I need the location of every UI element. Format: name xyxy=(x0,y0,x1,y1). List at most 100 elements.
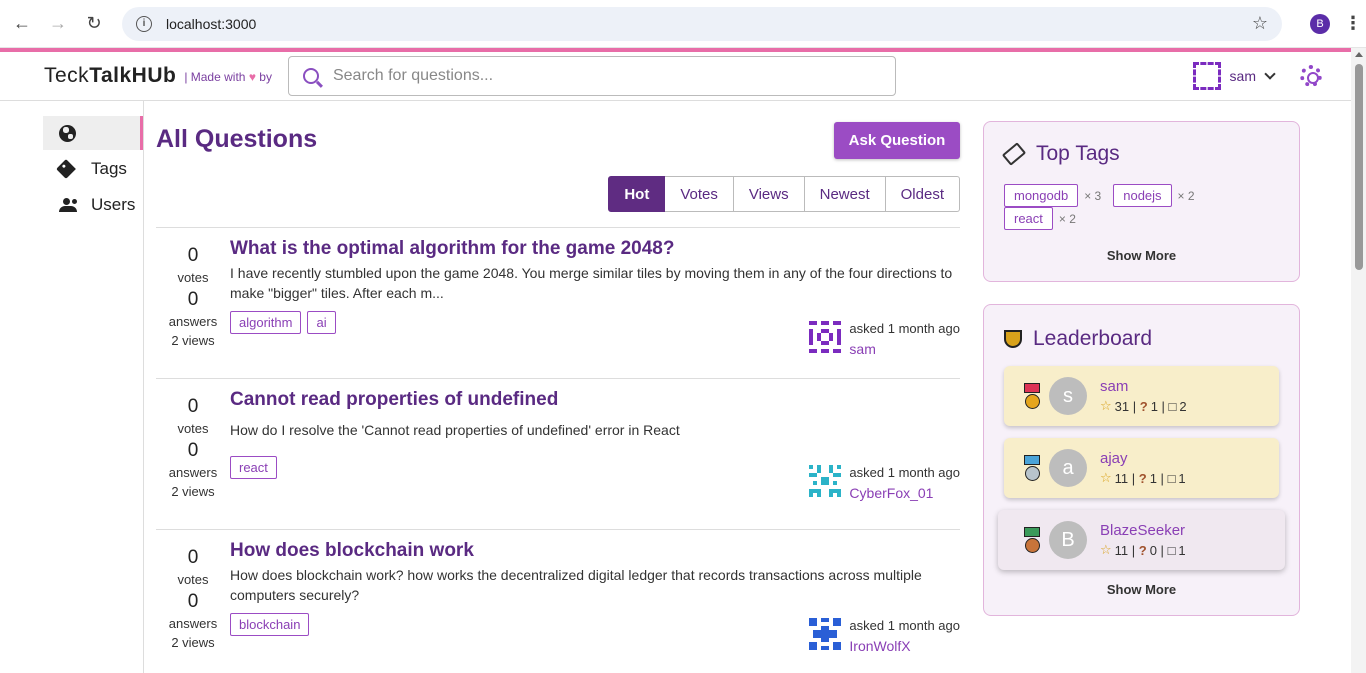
tag-icon xyxy=(1001,142,1027,166)
sidebar-item-label: Users xyxy=(91,195,136,214)
browser-profile-avatar[interactable]: B xyxy=(1310,13,1330,34)
filter-views[interactable]: Views xyxy=(733,176,805,212)
filter-oldest[interactable]: Oldest xyxy=(885,176,960,212)
user-menu[interactable]: sam xyxy=(1192,62,1322,90)
sidebar-item-home[interactable] xyxy=(43,116,143,150)
question-tag[interactable]: react xyxy=(230,456,277,479)
made-with-prefix: | Made with xyxy=(184,70,246,84)
trophy-icon xyxy=(1004,330,1022,348)
question-tag[interactable]: algorithm xyxy=(230,311,302,334)
question-stats: 0 votes 0 answers 2 views xyxy=(156,389,230,529)
sort-filters: Hot Votes Views Newest Oldest xyxy=(156,176,960,212)
bookmark-star-icon[interactable]: ☆ xyxy=(1252,13,1268,34)
question-stats: 0 votes 0 answers 2 views xyxy=(156,238,230,378)
leaderboard-entry[interactable]: s sam ☆ 31 | ? 1 | □ 2 xyxy=(1004,366,1279,426)
answers-label: answers xyxy=(168,616,218,631)
browser-toolbar: ← → ↻ i localhost:3000 ☆ B ⋮ xyxy=(0,0,1366,48)
leaderboard-user-name[interactable]: sam xyxy=(1100,378,1187,395)
page-body: Tags Users All Questions Ask Question Ho… xyxy=(0,101,1366,673)
page-title: All Questions xyxy=(156,125,318,153)
top-tag-item: react × 2 xyxy=(1004,207,1076,230)
question-stats: 0 votes 0 answers 2 views xyxy=(156,540,230,669)
filter-votes[interactable]: Votes xyxy=(665,176,734,212)
question-tag[interactable]: blockchain xyxy=(230,613,310,636)
leaderboard-user-name[interactable]: ajay xyxy=(1100,450,1186,467)
author-avatar[interactable] xyxy=(809,465,842,497)
question-title[interactable]: How does blockchain work xyxy=(230,540,960,562)
avatar[interactable]: B xyxy=(1049,521,1087,559)
tag-icon xyxy=(56,159,79,179)
author-avatar[interactable] xyxy=(809,618,842,650)
top-tag[interactable]: nodejs xyxy=(1113,184,1172,207)
question-item: 0 votes 0 answers 2 views Cannot read pr… xyxy=(156,378,960,529)
scroll-up-arrow-icon[interactable] xyxy=(1355,52,1363,57)
top-tag[interactable]: mongodb xyxy=(1004,184,1079,207)
question-mark-icon: ? xyxy=(1139,398,1148,414)
gold-medal-icon xyxy=(1020,383,1044,409)
made-with-note: | Made with ♥ by xyxy=(184,70,272,84)
answer-count: 0 xyxy=(187,440,199,461)
top-tag-item: nodejs × 2 xyxy=(1113,184,1195,207)
page-scrollbar[interactable] xyxy=(1351,48,1366,673)
silver-medal-icon xyxy=(1020,455,1044,481)
sidebar-item-users[interactable]: Users xyxy=(43,188,143,222)
leaderboard-panel: Leaderboard s sam ☆ 31 | ? 1 | □ 2 a aja… xyxy=(983,304,1300,616)
search-icon xyxy=(302,68,319,84)
question-title[interactable]: What is the optimal algorithm for the ga… xyxy=(230,238,960,260)
address-bar[interactable]: i localhost:3000 ☆ xyxy=(122,6,1282,41)
ask-question-button[interactable]: Ask Question xyxy=(834,122,960,159)
heart-icon: ♥ xyxy=(248,70,256,84)
site-info-icon[interactable]: i xyxy=(136,15,152,32)
votes-label: votes xyxy=(177,572,209,587)
view-count: 2 views xyxy=(171,333,215,348)
user-name[interactable]: sam xyxy=(1230,68,1256,84)
comment-icon: □ xyxy=(1167,542,1176,558)
back-arrow-icon[interactable]: ← xyxy=(8,10,36,38)
logo-regular: Teck xyxy=(44,64,90,87)
question-author: asked 1 month ago sam xyxy=(809,321,960,357)
star-icon: ☆ xyxy=(1100,470,1112,485)
globe-icon xyxy=(59,124,79,142)
main-content: All Questions Ask Question Hot Votes Vie… xyxy=(144,101,960,673)
leaderboard-user-name[interactable]: BlazeSeeker xyxy=(1100,522,1186,539)
author-name[interactable]: sam xyxy=(849,341,960,357)
author-name[interactable]: IronWolfX xyxy=(849,638,960,654)
avatar[interactable]: s xyxy=(1049,377,1087,415)
filter-hot[interactable]: Hot xyxy=(608,176,666,212)
author-avatar[interactable] xyxy=(809,321,842,353)
sidebar-item-label: Tags xyxy=(91,159,127,178)
scrollbar-thumb[interactable] xyxy=(1355,64,1363,270)
question-excerpt: How does blockchain work? how works the … xyxy=(230,567,922,603)
top-tag-count: × 3 xyxy=(1084,188,1102,203)
question-author: asked 1 month ago CyberFox_01 xyxy=(809,465,960,501)
site-logo[interactable]: TeckTalkHUb xyxy=(44,64,176,88)
sidebar-item-tags[interactable]: Tags xyxy=(43,152,143,186)
top-tag[interactable]: react xyxy=(1004,207,1053,230)
forward-arrow-icon[interactable]: → xyxy=(44,10,72,38)
filter-newest[interactable]: Newest xyxy=(804,176,886,212)
question-item: 0 votes 0 answers 2 views How does block… xyxy=(156,529,960,669)
chevron-down-icon[interactable] xyxy=(1264,68,1276,80)
browser-menu-icon[interactable]: ⋮ xyxy=(1344,13,1362,34)
asked-time: asked 1 month ago xyxy=(849,618,960,633)
search-box[interactable] xyxy=(287,56,896,96)
reload-icon[interactable]: ↻ xyxy=(80,10,108,38)
vote-count: 0 xyxy=(187,245,199,266)
avatar[interactable]: a xyxy=(1049,449,1087,487)
sidebar: Tags Users xyxy=(0,101,144,673)
search-input[interactable] xyxy=(332,67,853,85)
question-title[interactable]: Cannot read properties of undefined xyxy=(230,389,960,411)
leaderboard-entry[interactable]: a ajay ☆ 11 | ? 1 | □ 1 xyxy=(1004,438,1279,498)
question-count: 1 | xyxy=(1150,398,1165,414)
question-tag[interactable]: ai xyxy=(307,311,336,334)
top-tags-show-more-button[interactable]: Show More xyxy=(1004,248,1279,263)
star-icon: ☆ xyxy=(1100,542,1112,557)
author-name[interactable]: CyberFox_01 xyxy=(849,485,960,501)
answers-label: answers xyxy=(168,465,218,480)
user-avatar[interactable] xyxy=(1192,62,1221,90)
question-mark-icon: ? xyxy=(1138,542,1147,558)
settings-gear-icon[interactable] xyxy=(1300,65,1322,87)
leaderboard-entry[interactable]: B BlazeSeeker ☆ 11 | ? 0 | □ 1 xyxy=(998,510,1285,570)
users-icon xyxy=(59,198,79,212)
leaderboard-show-more-button[interactable]: Show More xyxy=(1004,582,1279,597)
